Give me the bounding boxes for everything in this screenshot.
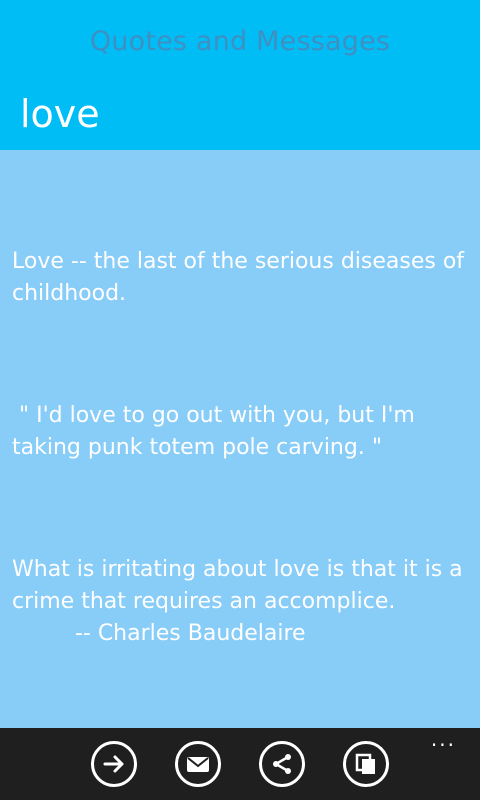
- more-options-button[interactable]: ...: [431, 729, 456, 749]
- quote-item[interactable]: What is irritating about love is that it…: [12, 554, 472, 650]
- next-button[interactable]: [91, 741, 137, 787]
- app-bar: ...: [0, 728, 480, 800]
- mail-icon: [186, 754, 210, 774]
- arrow-right-icon: [102, 752, 126, 776]
- page-title: love: [20, 92, 100, 136]
- email-button[interactable]: [175, 741, 221, 787]
- header: Quotes and Messages love: [0, 0, 480, 150]
- copy-icon: [354, 752, 378, 776]
- share-icon: [270, 752, 294, 776]
- share-button[interactable]: [259, 741, 305, 787]
- quote-item[interactable]: Love -- the last of the serious diseases…: [12, 246, 472, 310]
- quote-item[interactable]: " I'd love to go out with you, but I'm t…: [12, 400, 472, 464]
- app-title: Quotes and Messages: [89, 26, 391, 57]
- quotes-list: Love -- the last of the serious diseases…: [0, 150, 480, 728]
- copy-button[interactable]: [343, 741, 389, 787]
